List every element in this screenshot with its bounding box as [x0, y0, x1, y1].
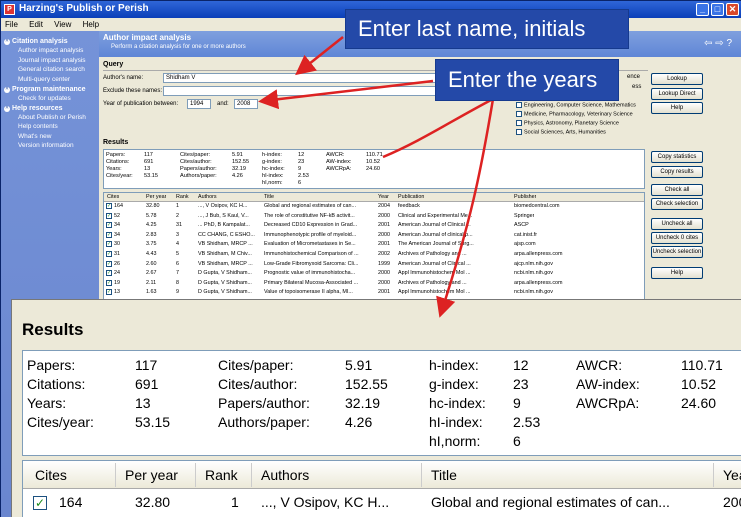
- arrow-to-results-zoom: [436, 98, 495, 318]
- arrow-to-years: [258, 79, 434, 110]
- arrow-to-results-stats: [382, 97, 494, 159]
- annotation-arrows: [258, 36, 495, 318]
- callout-years: Enter the years: [435, 59, 619, 101]
- screenshot: P Harzing's Publish or Perish _ □ ✕ File…: [0, 0, 741, 517]
- app-window: P Harzing's Publish or Perish _ □ ✕ File…: [0, 0, 741, 517]
- arrow-to-author-name: [295, 36, 344, 76]
- callout-last-name: Enter last name, initials: [345, 9, 629, 49]
